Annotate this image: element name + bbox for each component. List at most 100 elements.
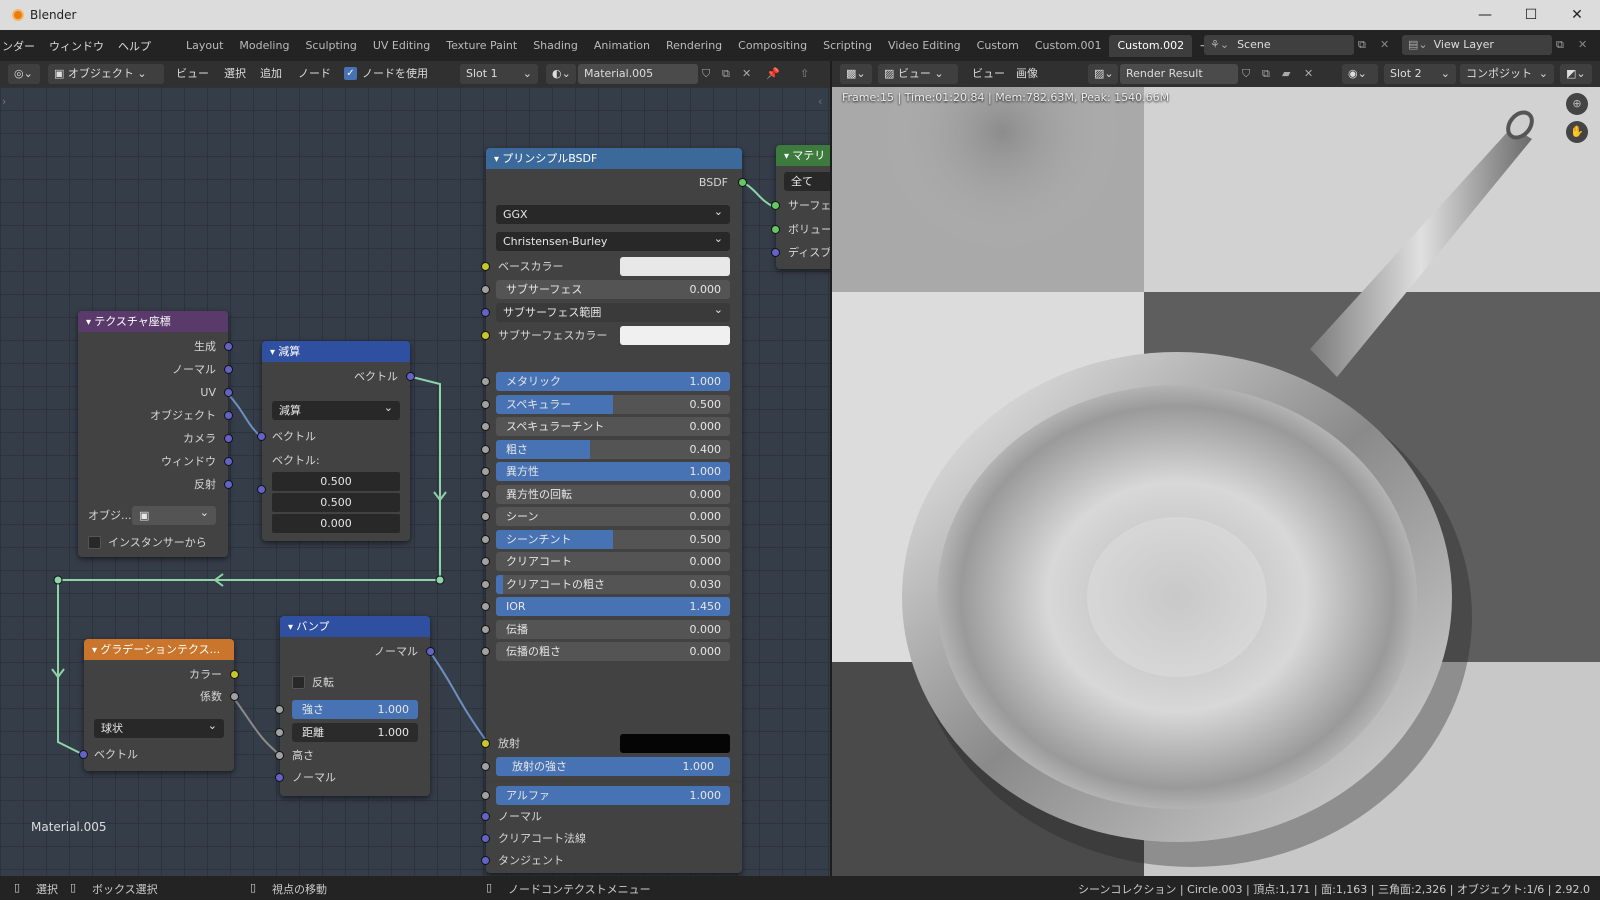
node-principled-bsdf[interactable]: プリンシプルBSDF BSDF GGX Christensen-Burley ベ… [481, 148, 747, 788]
node-texture-coordinate[interactable]: テクスチャ座標 生成 ノーマル UV オブジェクト カメラ ウィンドウ 反射 オ… [78, 311, 233, 557]
tab-custom-001[interactable]: Custom.001 [1027, 35, 1110, 57]
socket-generated[interactable] [224, 342, 233, 351]
menu-image[interactable]: 画像 [1016, 64, 1038, 84]
object-mode-dropdown[interactable]: ▣ オブジェクト ⌄ [48, 64, 164, 84]
image-view-mode-dropdown[interactable]: ▨ ビュー ⌄ [878, 64, 958, 84]
socket-sheen[interactable] [481, 512, 490, 521]
operation-dropdown[interactable]: 減算 [272, 398, 400, 420]
view-layer-copy-icon[interactable]: ⧉ [1556, 35, 1564, 55]
socket-color[interactable] [230, 670, 239, 679]
object-picker-field[interactable]: ▣ [132, 503, 216, 525]
socket-normal-out[interactable] [426, 647, 435, 656]
socket-specular-tint[interactable] [481, 422, 490, 431]
specular-slider[interactable]: スペキュラー 0.500 [496, 394, 730, 414]
socket-clearcoat-normal[interactable] [481, 834, 490, 843]
instancer-checkbox[interactable] [88, 536, 101, 549]
socket-object[interactable] [224, 411, 233, 420]
tab-compositing[interactable]: Compositing [730, 35, 815, 57]
tab-animation[interactable]: Animation [586, 35, 658, 57]
emission-swatch[interactable] [620, 734, 730, 753]
socket-uv[interactable] [224, 388, 233, 397]
tab-uv-editing[interactable]: UV Editing [365, 35, 438, 57]
socket-volume[interactable] [771, 225, 780, 234]
socket-height[interactable] [275, 751, 284, 760]
subsurface-radius-dropdown[interactable]: サブサーフェス範囲 [496, 300, 730, 322]
socket-normal[interactable] [224, 365, 233, 374]
node-editor[interactable]: テクスチャ座標 生成 ノーマル UV オブジェクト カメラ ウィンドウ 反射 オ… [0, 87, 830, 876]
node-gradient-texture[interactable]: グラデーションテクス... カラー 係数 球状 ベクトル [79, 639, 239, 771]
socket-specular[interactable] [481, 399, 490, 409]
menu-node[interactable]: ノード [298, 64, 331, 84]
socket-vector-in-1[interactable] [257, 432, 266, 441]
view-layer-selector[interactable]: ▤⌄ View Layer [1402, 35, 1552, 55]
distance-slider[interactable]: 距離 1.000 [292, 723, 418, 742]
image-browse-icon[interactable]: ▨⌄ [1088, 64, 1118, 84]
socket-camera[interactable] [224, 434, 233, 443]
tab-shading[interactable]: Shading [525, 35, 586, 57]
socket-roughness[interactable] [481, 444, 490, 454]
node-header[interactable]: グラデーションテクス... [84, 639, 234, 660]
anisotropic-slider[interactable]: 異方性 1.000 [496, 462, 730, 481]
socket-surface[interactable] [771, 201, 780, 210]
vector-x-field[interactable]: 0.500 [272, 472, 400, 491]
render-pass-dropdown[interactable]: コンポジット ⌄ [1460, 64, 1554, 84]
socket-strength[interactable] [275, 705, 284, 714]
socket-metallic[interactable] [481, 377, 490, 386]
socket-tangent[interactable] [481, 856, 490, 865]
ior-slider[interactable]: IOR 1.450 [496, 597, 730, 616]
render-slot-dropdown[interactable]: Slot 2 ⌄ [1384, 64, 1456, 84]
socket-emission[interactable] [481, 739, 490, 748]
tab-layout[interactable]: Layout [178, 35, 231, 57]
socket-factor[interactable] [230, 692, 239, 701]
image-editor-type-icon[interactable]: ▩⌄ [840, 64, 872, 84]
node-bump[interactable]: バンプ ノーマル 反転 強さ1.000 距離1.000 高さ ノーマル [275, 616, 435, 796]
sheen-tint-slider[interactable]: シーンチント 0.500 [496, 529, 730, 549]
socket-vector-out[interactable] [406, 372, 415, 381]
subsurface-slider[interactable]: サブサーフェス 0.000 [496, 280, 730, 299]
socket-transmission[interactable] [481, 624, 490, 634]
socket-clearcoat[interactable] [481, 557, 490, 566]
pin-icon[interactable]: 📌 [766, 64, 780, 84]
image-editor-viewport[interactable]: Frame:15 | Time:01:20.84 | Mem:782.63M, … [832, 87, 1600, 876]
roughness-slider[interactable]: 粗さ 0.400 [496, 439, 730, 459]
transmission-slider[interactable]: 伝播 0.000 [496, 619, 730, 639]
material-unlink-icon[interactable]: ✕ [742, 64, 751, 84]
tab-rendering[interactable]: Rendering [658, 35, 730, 57]
toolbar-toggle-icon[interactable]: › [2, 95, 6, 108]
sample-tool-icon[interactable]: ◩⌄ [1560, 64, 1592, 84]
socket-distance[interactable] [275, 728, 284, 737]
image-new-icon[interactable]: ⧉ [1262, 64, 1270, 84]
node-header[interactable]: プリンシプルBSDF [486, 148, 742, 169]
anisotropic-rotation-slider[interactable]: 異方性の回転 0.000 [496, 484, 730, 504]
metallic-slider[interactable]: メタリック 1.000 [496, 372, 730, 391]
socket-emission-strength[interactable] [481, 762, 490, 771]
use-nodes-checkbox[interactable]: ✓ [344, 67, 357, 80]
distribution-dropdown[interactable]: GGX [496, 202, 730, 224]
socket-sheen-tint[interactable] [481, 534, 490, 544]
tab-modeling[interactable]: Modeling [231, 35, 297, 57]
socket-alpha[interactable] [481, 791, 490, 800]
socket-base-color[interactable] [481, 262, 490, 271]
menu-image-view[interactable]: ビュー [972, 64, 1005, 84]
sidebar-toggle-icon[interactable]: ‹ [818, 95, 822, 108]
socket-subsurface[interactable] [481, 285, 490, 294]
clearcoat-slider[interactable]: クリアコート 0.000 [496, 552, 730, 571]
transmission-roughness-slider[interactable]: 伝播の粗さ 0.000 [496, 642, 730, 661]
node-header[interactable]: テクスチャ座標 [78, 311, 228, 332]
material-copy-icon[interactable]: ⧉ [722, 64, 730, 84]
minimize-button[interactable]: — [1462, 0, 1508, 30]
socket-bsdf-out[interactable] [738, 178, 747, 187]
zoom-icon[interactable]: ⊕ [1566, 93, 1588, 115]
subsurface-method-dropdown[interactable]: Christensen-Burley [496, 229, 730, 251]
tab-scripting[interactable]: Scripting [815, 35, 880, 57]
image-open-folder-icon[interactable]: ▰ [1282, 64, 1290, 84]
node-principled-bsdf-lower[interactable]: アルファ 1.000 ノーマル クリアコート法線 タンジェント [481, 783, 742, 873]
socket-displacement[interactable] [771, 248, 780, 257]
node-header[interactable]: 減算 [262, 341, 410, 362]
vector-z-field[interactable]: 0.000 [272, 514, 400, 533]
image-shield-icon[interactable]: ⛉ [1242, 64, 1250, 84]
close-button[interactable]: ✕ [1554, 0, 1600, 30]
invert-checkbox[interactable] [292, 676, 305, 689]
gradient-type-dropdown[interactable]: 球状 [94, 716, 224, 738]
tab-sculpting[interactable]: Sculpting [297, 35, 364, 57]
